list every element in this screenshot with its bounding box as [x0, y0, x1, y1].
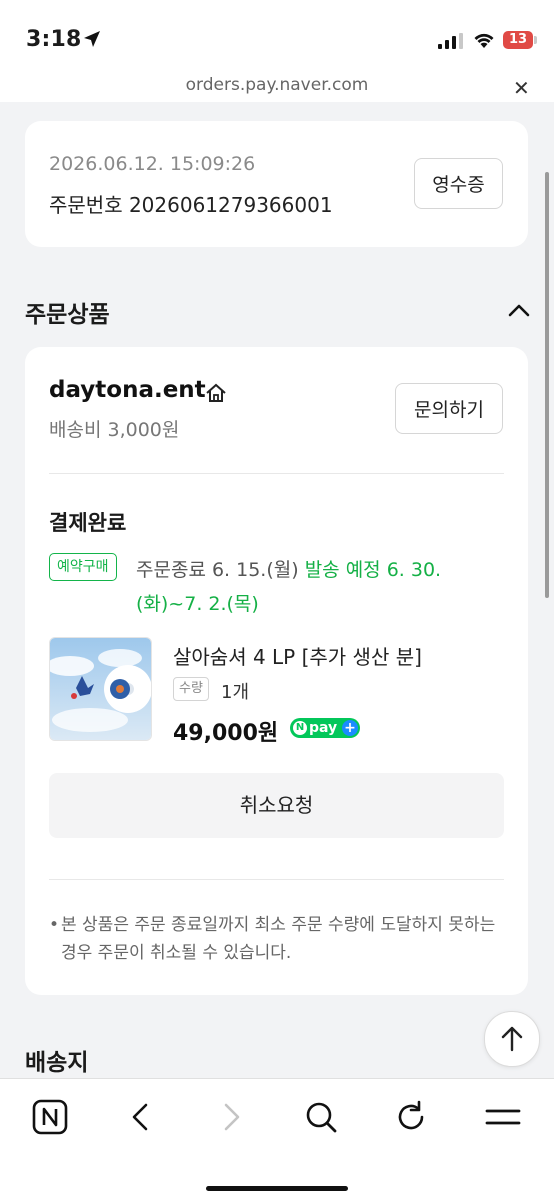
reservation-badge: 예약구매 — [49, 553, 117, 581]
plus-icon: + — [342, 720, 358, 736]
back-icon — [132, 1103, 148, 1131]
order-datetime: 2026.06.12. 15:09:26 — [49, 153, 256, 175]
refresh-icon — [398, 1100, 424, 1130]
signal-icon — [438, 33, 463, 49]
payment-status: 결제완료 — [49, 511, 127, 535]
scroll-to-top-button[interactable] — [484, 1011, 540, 1067]
cancel-request-button[interactable]: 취소요청 — [49, 773, 504, 838]
inquiry-button[interactable]: 문의하기 — [395, 383, 503, 434]
product-thumbnail[interactable] — [49, 637, 152, 741]
npay-text: pay — [309, 720, 338, 736]
home-indicator — [206, 1186, 348, 1191]
menu-icon — [485, 1109, 521, 1125]
wifi-icon — [474, 33, 494, 48]
status-time: 3:18 — [26, 27, 82, 52]
battery-icon: 13 — [503, 31, 533, 49]
naver-n-icon — [32, 1099, 68, 1135]
url-bar: orders.pay.naver.com ✕ — [0, 72, 554, 102]
products-section-title: 주문상품 — [25, 302, 110, 328]
back-button[interactable] — [123, 1099, 163, 1135]
search-icon — [306, 1102, 337, 1133]
browser-toolbar — [0, 1078, 554, 1201]
battery-tip — [534, 36, 537, 44]
notice-line: 경우 주문이 취소될 수 있습니다. — [61, 943, 292, 963]
order-number: 주문번호 2026061279366001 — [49, 193, 333, 217]
url-text[interactable]: orders.pay.naver.com — [0, 75, 554, 95]
quantity-value: 1개 — [221, 682, 250, 703]
bullet-icon: • — [49, 915, 60, 935]
close-icon[interactable]: ✕ — [513, 76, 530, 100]
quantity-label: 수량 — [173, 677, 209, 701]
ship-schedule: 발송 예정 6. 30. — [304, 559, 442, 581]
location-arrow-icon — [84, 31, 100, 47]
home-icon[interactable] — [205, 383, 227, 403]
product-price: 49,000원 — [173, 721, 279, 746]
status-bar: 3:18 13 — [0, 0, 554, 72]
receipt-button[interactable]: 영수증 — [414, 158, 503, 209]
ship-schedule-cont: (화)~7. 2.(목) — [136, 593, 259, 615]
npay-plus-badge: N pay + — [290, 718, 360, 738]
delivery-section-title: 배송지 — [25, 1050, 89, 1076]
forward-icon — [224, 1103, 240, 1131]
store-name[interactable]: daytona.ent — [49, 377, 206, 403]
notice-line: 본 상품은 주문 종료일까지 최소 주문 수량에 도달하지 못하는 — [61, 915, 496, 935]
order-info-card: 2026.06.12. 15:09:26 주문번호 20260612793660… — [25, 121, 528, 247]
divider — [49, 473, 504, 474]
scrollbar[interactable] — [545, 172, 549, 598]
naver-n-icon: N — [293, 721, 307, 735]
product-card: daytona.ent 배송비 3,000원 문의하기 결제완료 예약구매 주문… — [25, 347, 528, 995]
shipping-fee: 배송비 3,000원 — [49, 419, 180, 441]
arrow-up-icon — [501, 1026, 523, 1052]
divider — [49, 879, 504, 880]
chevron-up-icon[interactable] — [507, 302, 531, 318]
menu-button[interactable] — [485, 1099, 525, 1135]
order-end-date: 주문종료 6. 15.(월) — [136, 559, 299, 581]
product-name[interactable]: 살아숨셔 4 LP [추가 생산 분] — [173, 641, 422, 670]
refresh-button[interactable] — [393, 1099, 433, 1135]
forward-button[interactable] — [213, 1099, 253, 1135]
search-button[interactable] — [303, 1099, 343, 1135]
order-period: 주문종료 6. 15.(월) 발송 예정 6. 30. — [136, 555, 441, 582]
naver-home-button[interactable] — [32, 1099, 72, 1135]
